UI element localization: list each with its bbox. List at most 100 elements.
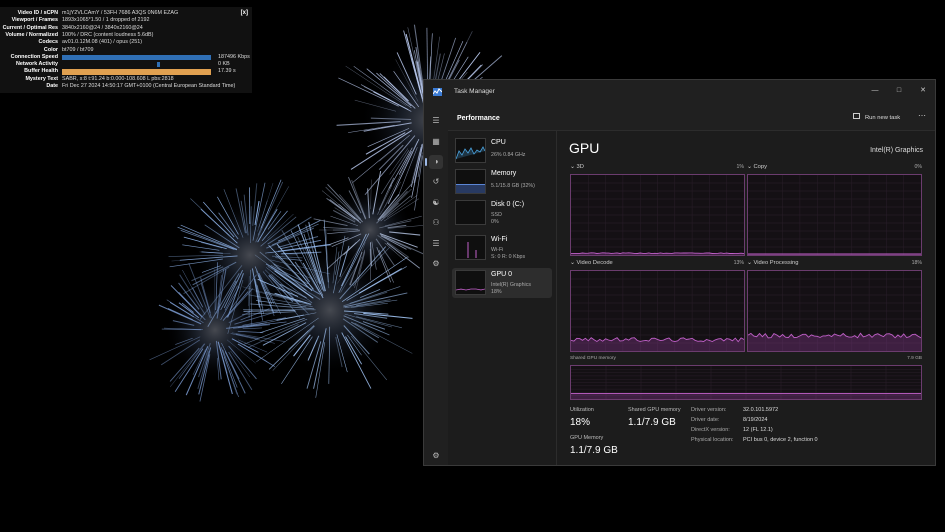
stats-label: Current / Optimal Res	[2, 24, 58, 31]
stats-label: Connection Speed	[10, 53, 58, 60]
graph-video-decode	[570, 270, 745, 352]
stats-for-nerds-panel: [x] Video ID / sCPN m1jY2VLCAmY / 53FH 76…	[0, 7, 252, 93]
stats-label: Date	[46, 83, 58, 89]
sidebar-item-disk[interactable]: Disk 0 (C:) SSD 0%	[452, 198, 552, 228]
stats-label: Video ID / sCPN	[17, 10, 58, 16]
stats-value: 0 KB	[218, 61, 230, 68]
gpu-name: GPU 0	[491, 271, 513, 278]
disk-usage: 0%	[491, 219, 499, 225]
stats-row: Current / Optimal Res 3840x2160@24 / 3840…	[0, 25, 252, 32]
physical-location-label: Physical location:	[691, 437, 734, 443]
directx-version-label: DirectX version:	[691, 427, 730, 433]
startup-apps-icon[interactable]: ☯	[429, 196, 443, 210]
driver-date-label: Driver date:	[691, 417, 720, 423]
performance-icon[interactable]: ◑	[429, 155, 443, 169]
stats-row: Buffer Health 17.39 s	[0, 68, 252, 75]
disk-name: Disk 0 (C:)	[491, 201, 525, 208]
sidebar-item-wifi[interactable]: Wi-Fi Wi-Fi S: 0 R: 0 Kbps	[452, 233, 552, 263]
utilization-label: Utilization	[570, 407, 594, 413]
graph-3d	[570, 174, 745, 256]
engine-copy-name: Copy	[753, 164, 768, 170]
driver-version-label: Driver version:	[691, 407, 727, 413]
stats-bar	[62, 69, 211, 75]
users-icon[interactable]: ⚇	[429, 216, 443, 230]
run-new-task-label: Run new task	[865, 115, 901, 121]
cpu-thumbnail	[455, 138, 486, 163]
graph-shared-memory	[570, 365, 922, 400]
stats-bar	[157, 62, 160, 68]
driver-version-value: 32.0.101.5972	[743, 407, 779, 413]
directx-version-value: 12 (FL 12.1)	[743, 427, 773, 433]
engine-processing-pct: 18%	[911, 260, 922, 266]
graph-canvas	[748, 271, 921, 351]
engine-processing-name: Video Processing	[753, 260, 799, 266]
utilization-value: 18%	[570, 417, 591, 428]
stats-bar	[62, 54, 211, 60]
sidebar-item-memory[interactable]: Memory 5.1/15.8 GB (32%)	[452, 167, 552, 197]
stats-value: 1893x1065*1.50 / 1 dropped of 2192	[62, 17, 150, 24]
disk-thumbnail	[455, 200, 486, 225]
gpu-memory-value: 1.1/7.9 GB	[570, 445, 618, 456]
app-history-icon[interactable]: ↺	[429, 175, 443, 189]
shared-mem-value: 1.1/7.9 GB	[628, 417, 676, 428]
physical-location-value: PCI bus 0, device 2, function 0	[743, 437, 818, 443]
stats-value: m1jY2VLCAmY / 53FH 7686 A3QS 0N6M EZAG	[62, 10, 179, 16]
gpu-adapter: Intel(R) Graphics	[491, 282, 532, 288]
maximize-button[interactable]: □	[892, 85, 906, 97]
stats-value: Fri Dec 27 2024 14:50:17 GMT+0100 (Centr…	[62, 83, 236, 89]
engine-copy-pct: 0%	[914, 164, 923, 170]
more-options-icon[interactable]: ⋯	[918, 111, 926, 120]
stats-value: 17.39 s	[218, 68, 236, 75]
memory-name: Memory	[491, 170, 517, 177]
graph-canvas	[571, 366, 921, 399]
close-button[interactable]: ✕	[916, 85, 930, 97]
gpu-thumbnail	[455, 270, 486, 295]
stats-row: Network Activity 0 KB	[0, 61, 252, 68]
hamburger-menu-icon[interactable]: ☰	[429, 114, 443, 128]
page-title: Performance	[457, 115, 500, 122]
sidebar-item-gpu[interactable]: GPU 0 Intel(R) Graphics 18%	[452, 268, 552, 298]
wifi-name: Wi-Fi	[491, 236, 508, 243]
sidebar-item-cpu[interactable]: CPU 26% 0.84 GHz	[452, 136, 552, 166]
minimize-button[interactable]: —	[868, 85, 882, 97]
gpu-usage: 18%	[491, 289, 502, 295]
gpu-adapter-name: Intel(R) Graphics	[870, 147, 923, 154]
stats-value: 3840x2160@24 / 3840x2160@24	[62, 24, 143, 31]
stats-value: 100% / DRC (content loudness 5.6dB)	[62, 31, 154, 38]
gpu-memory-label: GPU Memory	[570, 435, 604, 441]
stats-row: Mystery Text SABR, s:8 t:91.24 b:0.000-10…	[0, 76, 252, 83]
engine-decode-pct: 13%	[733, 260, 744, 266]
engine-label-video-processing[interactable]: ⌄ Video Processing	[747, 260, 798, 266]
stats-label: Volume / Normalized	[5, 31, 58, 38]
graph-video-processing	[747, 270, 922, 352]
wifi-throughput: S: 0 R: 0 Kbps	[491, 254, 526, 260]
usage-area	[571, 393, 921, 399]
stats-label: Network Activity	[15, 61, 58, 68]
processes-icon[interactable]: ▦	[429, 135, 443, 149]
engine-label-video-decode[interactable]: ⌄ Video Decode	[570, 260, 613, 266]
memory-usage: 5.1/15.8 GB (32%)	[491, 183, 535, 189]
services-icon[interactable]: ⚙	[429, 257, 443, 271]
cpu-name: CPU	[491, 139, 506, 146]
task-manager-app-icon	[433, 88, 442, 96]
engine-label-3d[interactable]: ⌄ 3D	[570, 164, 584, 170]
graph-canvas	[571, 271, 744, 351]
stats-value: av01.0.12M.08 (401) / opus (251)	[62, 39, 143, 46]
window-title: Task Manager	[454, 88, 495, 95]
stats-row: Date Fri Dec 27 2024 14:50:17 GMT+0100 (C…	[0, 83, 252, 90]
stats-label: Codecs	[38, 39, 58, 46]
stats-row: Codecs av01.0.12M.08 (401) / opus (251)	[0, 39, 252, 46]
settings-gear-icon[interactable]: ⚙	[429, 449, 443, 463]
gpu-heading: GPU	[569, 140, 600, 156]
stats-value: 187496 Kbps	[218, 53, 250, 60]
title-bar[interactable]: Task Manager — □ ✕	[424, 80, 935, 104]
shared-memory-max: 7.9 GB	[907, 356, 922, 361]
stats-row: Viewport / Frames 1893x1065*1.50 / 1 drop…	[0, 17, 252, 24]
wifi-thumbnail	[455, 235, 486, 260]
run-new-task-button[interactable]: Run new task	[853, 111, 925, 125]
gpu-mini-graph	[455, 288, 486, 291]
details-icon[interactable]: ☰	[429, 237, 443, 251]
stats-row: Video ID / sCPN m1jY2VLCAmY / 53FH 7686 A…	[0, 10, 252, 17]
engine-label-copy[interactable]: ⌄ Copy	[747, 164, 767, 170]
task-manager-window: Task Manager — □ ✕ ☰ ▦ ◑ ↺ ☯ ⚇ ☰ ⚙ ⚙ Per…	[423, 79, 936, 466]
